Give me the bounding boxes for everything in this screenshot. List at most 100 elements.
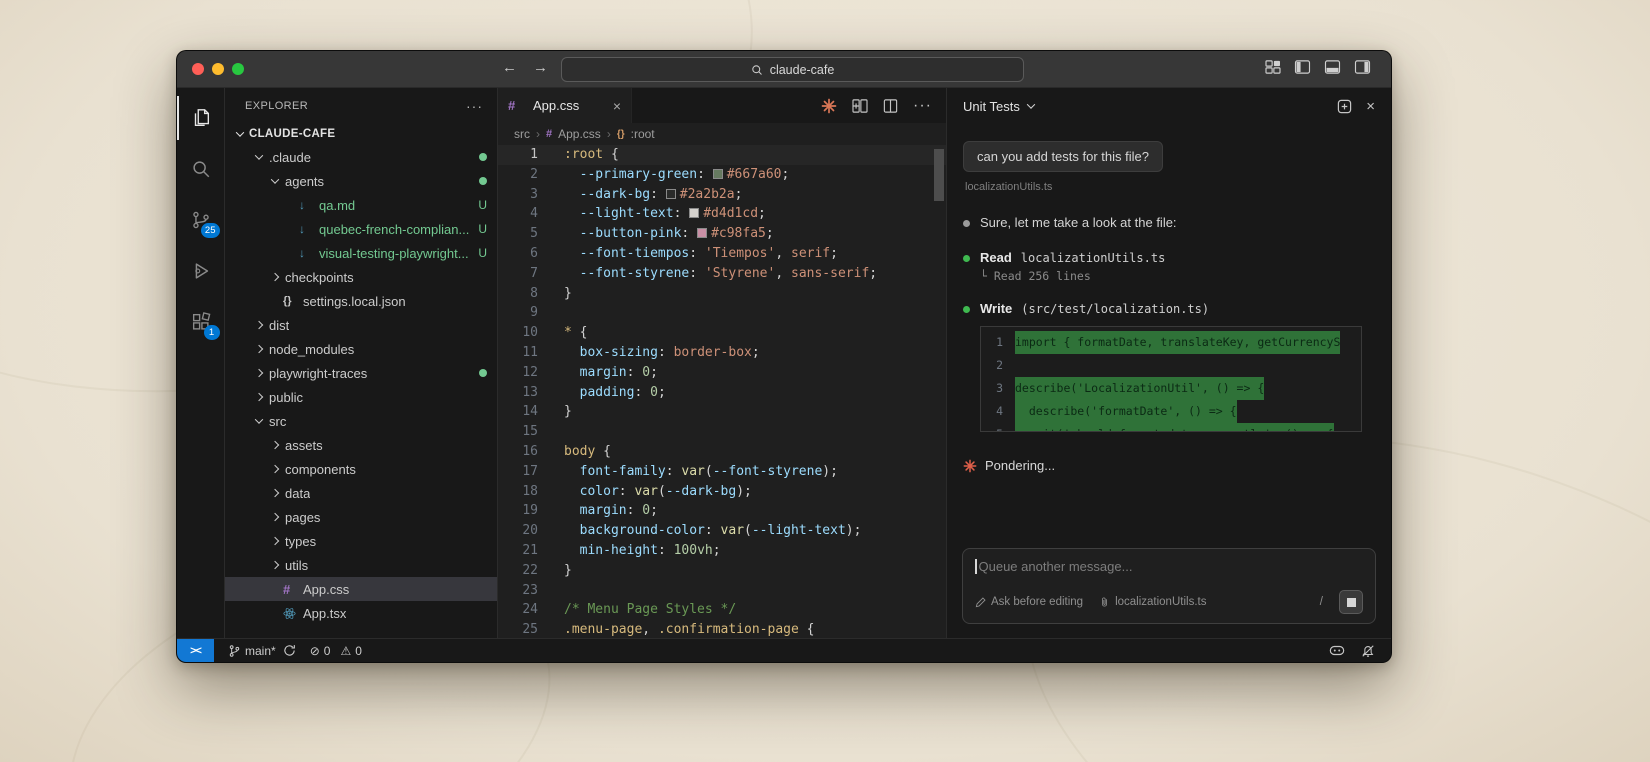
forward-button[interactable]: → xyxy=(533,59,548,76)
extensions-activity-button[interactable]: 1 xyxy=(177,300,225,344)
color-swatch-icon[interactable] xyxy=(689,208,699,218)
code-line-4[interactable]: 4 --light-text: #d4d1cd; xyxy=(498,204,946,224)
attached-file-chip[interactable]: localizationUtils.ts xyxy=(1099,596,1206,608)
code-line-2[interactable]: 2 --primary-green: #667a60; xyxy=(498,165,946,185)
code-line-21[interactable]: 21 min-height: 100vh; xyxy=(498,541,946,561)
back-button[interactable]: ← xyxy=(502,59,517,76)
run-debug-activity-button[interactable] xyxy=(177,249,225,293)
remote-indicator[interactable]: >< xyxy=(177,639,214,662)
tree-item-utils[interactable]: utils xyxy=(225,553,497,577)
tree-item--claude[interactable]: .claude xyxy=(225,145,497,169)
code-line-3[interactable]: 3 --dark-bg: #2a2b2a; xyxy=(498,185,946,205)
notifications-muted-icon[interactable] xyxy=(1361,644,1375,658)
tree-item-pages[interactable]: pages xyxy=(225,505,497,529)
toggle-primary-sidebar-icon[interactable] xyxy=(1294,60,1311,74)
editor-scrollbar-thumb[interactable] xyxy=(934,149,944,201)
tree-item-settings-local-json[interactable]: {}settings.local.json xyxy=(225,289,497,313)
tree-item-checkpoints[interactable]: checkpoints xyxy=(225,265,497,289)
breadcrumb-symbol[interactable]: :root xyxy=(631,127,655,141)
code-line-9[interactable]: 9 xyxy=(498,303,946,323)
tree-item-app-css[interactable]: #App.css xyxy=(225,577,497,601)
tree-item-agents[interactable]: agents xyxy=(225,169,497,193)
git-branch-item[interactable]: main* xyxy=(228,644,296,658)
code-line-15[interactable]: 15 xyxy=(498,422,946,442)
color-swatch-icon[interactable] xyxy=(713,169,723,179)
toggle-panel-icon[interactable] xyxy=(1324,60,1341,74)
code-line-23[interactable]: 23 xyxy=(498,581,946,601)
code-line-6[interactable]: 6 --font-tiempos: 'Tiempos', serif; xyxy=(498,244,946,264)
zoom-window-button[interactable] xyxy=(232,63,244,75)
chat-title[interactable]: Unit Tests xyxy=(963,99,1020,114)
code-line-25[interactable]: 25.menu-page, .confirmation-page { xyxy=(498,620,946,638)
tree-item-visual-testing-playwright[interactable]: ↓visual-testing-playwright...U xyxy=(225,241,497,265)
explorer-more-actions-icon[interactable]: ··· xyxy=(466,98,483,114)
explorer-activity-button[interactable] xyxy=(177,96,225,140)
tree-item-node-modules[interactable]: node_modules xyxy=(225,337,497,361)
diff-preview[interactable]: 1import { formatDate, translateKey, getC… xyxy=(980,326,1362,432)
line-number: 2 xyxy=(498,165,538,185)
code-line-16[interactable]: 16body { xyxy=(498,442,946,462)
tree-item-assets[interactable]: assets xyxy=(225,433,497,457)
color-swatch-icon[interactable] xyxy=(697,228,707,238)
tree-item-src[interactable]: src xyxy=(225,409,497,433)
code-line-24[interactable]: 24/* Menu Page Styles */ xyxy=(498,600,946,620)
copilot-icon[interactable] xyxy=(1329,644,1345,657)
search-activity-button[interactable] xyxy=(177,147,225,191)
tree-item-dist[interactable]: dist xyxy=(225,313,497,337)
code-line-11[interactable]: 11 box-sizing: border-box; xyxy=(498,343,946,363)
line-number: 4 xyxy=(981,400,1003,423)
customize-layout-icon[interactable] xyxy=(1265,60,1281,74)
breadcrumb: src › # App.css › {} :root xyxy=(498,123,946,145)
color-swatch-icon[interactable] xyxy=(666,189,676,199)
close-window-button[interactable] xyxy=(192,63,204,75)
open-changes-icon[interactable] xyxy=(852,99,868,113)
code-line-17[interactable]: 17 font-family: var(--font-styrene); xyxy=(498,462,946,482)
split-editor-icon[interactable] xyxy=(883,99,898,113)
code-line-13[interactable]: 13 padding: 0; xyxy=(498,383,946,403)
chat-transcript[interactable]: can you add tests for this file? localiz… xyxy=(947,125,1391,536)
code-line-5[interactable]: 5 --button-pink: #c98fa5; xyxy=(498,224,946,244)
code-line-18[interactable]: 18 color: var(--dark-bg); xyxy=(498,482,946,502)
tool-name: Read xyxy=(980,250,1012,265)
tree-item-app-tsx[interactable]: App.tsx xyxy=(225,601,497,625)
tree-item-label: types xyxy=(285,534,316,549)
close-panel-icon[interactable]: × xyxy=(1366,98,1375,115)
code-line-14[interactable]: 14} xyxy=(498,402,946,422)
code-line-20[interactable]: 20 background-color: var(--light-text); xyxy=(498,521,946,541)
feedback-icon[interactable] xyxy=(1337,99,1352,114)
chat-input[interactable] xyxy=(979,559,1364,574)
tab-app-css[interactable]: # App.css × xyxy=(498,88,632,123)
tree-item-data[interactable]: data xyxy=(225,481,497,505)
tree-item-types[interactable]: types xyxy=(225,529,497,553)
code-line-22[interactable]: 22} xyxy=(498,561,946,581)
close-tab-icon[interactable]: × xyxy=(613,98,621,114)
edit-mode-selector[interactable]: Ask before editing xyxy=(975,596,1083,608)
toggle-secondary-sidebar-icon[interactable] xyxy=(1354,60,1371,74)
chat-input-box[interactable]: Ask before editing localizationUtils.ts … xyxy=(962,548,1376,624)
code-editor[interactable]: 1:root {2 --primary-green: #667a60;3 --d… xyxy=(498,145,946,638)
command-center-search[interactable]: claude-cafe xyxy=(561,57,1024,82)
code-line-10[interactable]: 10* { xyxy=(498,323,946,343)
code-line-8[interactable]: 8} xyxy=(498,284,946,304)
minimize-window-button[interactable] xyxy=(212,63,224,75)
tree-item-playwright-traces[interactable]: playwright-traces xyxy=(225,361,497,385)
source-control-activity-button[interactable]: 25 xyxy=(177,198,225,242)
tree-item-public[interactable]: public xyxy=(225,385,497,409)
claude-code-icon[interactable] xyxy=(821,98,837,114)
tree-item-qa-md[interactable]: ↓qa.mdU xyxy=(225,193,497,217)
problems-item[interactable]: ⊘ 0 ⚠ 0 xyxy=(310,644,362,658)
tree-item-quebec-french-complian[interactable]: ↓quebec-french-complian...U xyxy=(225,217,497,241)
code-line-12[interactable]: 12 margin: 0; xyxy=(498,363,946,383)
code-line-1[interactable]: 1:root { xyxy=(498,145,946,165)
stop-button[interactable] xyxy=(1339,590,1363,614)
code-line-7[interactable]: 7 --font-styrene: 'Styrene', sans-serif; xyxy=(498,264,946,284)
workspace-root-folder[interactable]: CLAUDE-CAFE xyxy=(225,123,497,145)
chevron-down-icon[interactable] xyxy=(1027,100,1035,108)
chevron-right-icon xyxy=(267,514,283,520)
tree-item-components[interactable]: components xyxy=(225,457,497,481)
breadcrumb-file[interactable]: App.css xyxy=(558,127,601,141)
breadcrumb-src[interactable]: src xyxy=(514,127,530,141)
code-line-19[interactable]: 19 margin: 0; xyxy=(498,501,946,521)
slash-command-hint[interactable]: / xyxy=(1320,596,1323,608)
editor-more-actions-icon[interactable]: ··· xyxy=(913,97,932,115)
